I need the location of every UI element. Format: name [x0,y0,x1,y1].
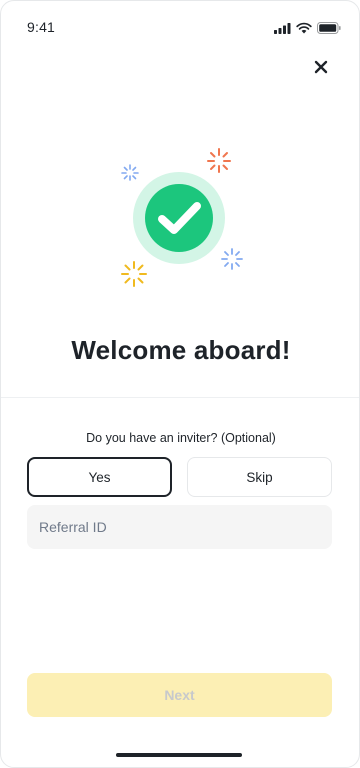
wifi-icon [296,22,312,34]
home-indicator [116,753,242,757]
welcome-screen: 9:41 Welcome aboard! Do you have an invi… [0,0,360,768]
page-title: Welcome aboard! [71,335,291,365]
skip-button[interactable]: Skip [187,457,332,497]
status-icons [274,21,341,35]
status-bar: 9:41 [1,1,359,49]
yes-button[interactable]: Yes [27,457,172,497]
next-button[interactable]: Next [27,673,332,717]
inviter-question: Do you have an inviter? (Optional) [86,431,276,445]
close-button[interactable] [309,57,333,81]
divider [1,397,359,398]
success-illustration [101,136,261,296]
battery-icon [317,22,341,34]
referral-id-input[interactable] [27,505,332,549]
cellular-signal-icon [274,22,291,34]
status-time: 9:41 [27,19,56,35]
close-icon [314,60,328,79]
